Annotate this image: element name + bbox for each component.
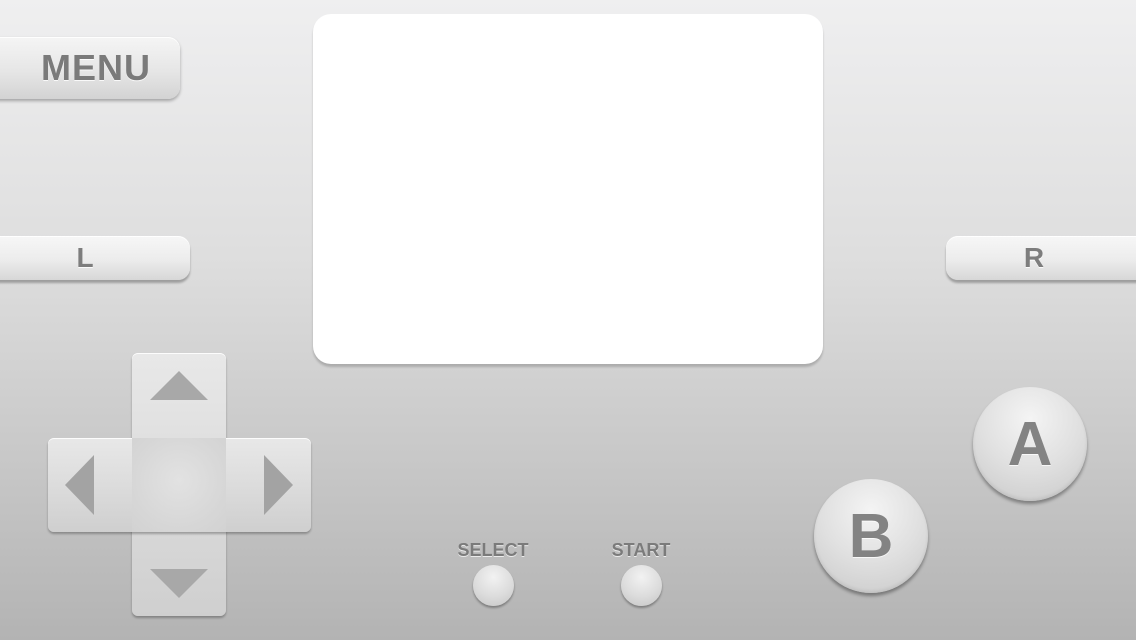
dpad-left-icon[interactable] [65,455,94,515]
l-shoulder-button[interactable]: L [0,236,190,280]
dpad-right-icon[interactable] [264,455,293,515]
b-button-label: B [848,501,894,571]
dpad[interactable] [48,353,311,616]
l-shoulder-label: L [76,242,94,273]
start-control: START [591,540,691,606]
dpad-down-icon[interactable] [150,569,208,598]
menu-button-label: MENU [41,47,151,88]
game-screen [313,14,823,364]
select-control: SELECT [443,540,543,606]
dpad-center [132,438,226,532]
a-button-label: A [1007,409,1053,479]
menu-button[interactable]: MENU [0,37,180,99]
b-button[interactable]: B [814,479,928,593]
r-shoulder-button[interactable]: R [946,236,1136,280]
start-label: START [611,540,671,560]
r-shoulder-label: R [1023,242,1045,273]
start-button[interactable] [620,565,662,606]
select-button[interactable] [472,565,514,606]
a-button[interactable]: A [973,387,1087,501]
select-label: SELECT [457,540,529,560]
dpad-up-icon[interactable] [150,371,208,400]
